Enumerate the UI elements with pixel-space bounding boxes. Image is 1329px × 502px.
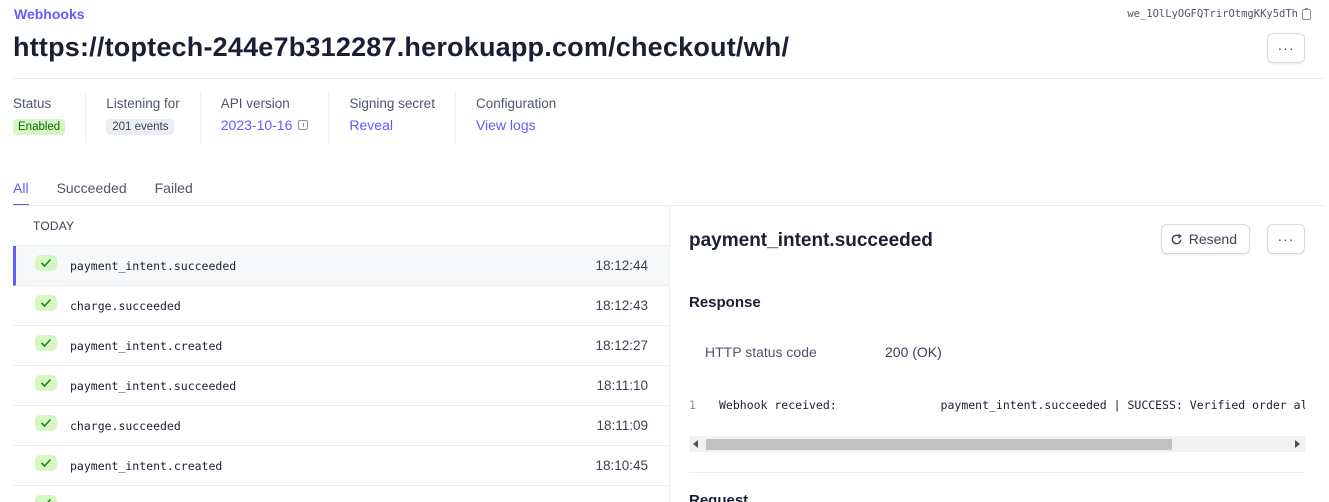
success-check-icon (35, 374, 57, 391)
reveal-secret-link[interactable]: Reveal (349, 117, 393, 133)
meta-configuration: Configuration View logs (476, 93, 576, 143)
endpoint-id-text: we_1OlLyOGFQTrirOtmgKKy5dTh (1127, 8, 1298, 20)
page-title: https://toptech-244e7b312287.herokuapp.c… (13, 32, 790, 62)
resend-label: Resend (1188, 231, 1237, 247)
scroll-thumb[interactable] (706, 439, 1172, 450)
event-tabs: All Succeeded Failed (13, 180, 193, 206)
event-detail-panel: payment_intent.succeeded Resend ··· Resp… (689, 206, 1305, 502)
http-status-value: 200 (OK) (885, 344, 942, 360)
endpoint-meta: Status Enabled Listening for 201 events … (13, 93, 596, 143)
success-check-icon (35, 254, 57, 271)
event-time: 18:12:44 (595, 258, 648, 273)
api-version-link[interactable]: 2023-10-16 (221, 117, 309, 133)
event-row[interactable] (13, 486, 669, 502)
divider (13, 78, 1325, 79)
copy-icon[interactable] (1302, 7, 1311, 20)
event-time: 18:12:27 (595, 338, 648, 353)
detail-divider (689, 472, 1305, 473)
event-more-button[interactable]: ··· (1267, 224, 1305, 254)
list-group-header: TODAY (13, 206, 669, 246)
response-body: 1 Webhook received: payment_intent.succee… (689, 398, 1305, 412)
meta-api-version: API version 2023-10-16 (221, 93, 330, 143)
event-row[interactable]: payment_intent.created 18:10:45 (13, 446, 669, 486)
event-time: 18:12:43 (595, 298, 648, 313)
event-name: payment_intent.succeeded (70, 258, 237, 273)
meta-status-label: Status (13, 96, 52, 111)
resend-button[interactable]: Resend (1160, 224, 1250, 254)
meta-signing-secret: Signing secret Reveal (349, 93, 456, 143)
response-heading: Response (689, 294, 761, 311)
meta-listening-label: Listening for (106, 96, 180, 111)
meta-signing-secret-label: Signing secret (349, 96, 435, 111)
meta-api-version-label: API version (220, 96, 290, 111)
request-heading: Request (689, 492, 749, 502)
info-icon (298, 120, 309, 130)
view-logs-link[interactable]: View logs (476, 117, 536, 133)
tab-succeeded[interactable]: Succeeded (57, 180, 127, 206)
success-check-icon (35, 294, 57, 311)
event-detail-title: payment_intent.succeeded (689, 230, 933, 251)
event-time: 18:11:09 (596, 418, 648, 433)
tab-failed[interactable]: Failed (155, 180, 193, 206)
meta-listening: Listening for 201 events (106, 93, 201, 143)
event-name: payment_intent.created (70, 338, 223, 353)
event-row[interactable]: charge.succeeded 18:11:09 (13, 406, 669, 446)
http-status-label: HTTP status code (705, 344, 817, 360)
breadcrumb[interactable]: Webhooks (14, 6, 85, 22)
event-name: payment_intent.created (70, 458, 223, 473)
more-options-button[interactable]: ··· (1267, 33, 1305, 63)
scroll-right-icon[interactable] (1295, 440, 1300, 448)
scroll-left-icon[interactable] (693, 440, 698, 448)
response-body-text: Webhook received: payment_intent.succeed… (719, 398, 1305, 412)
events-count-badge[interactable]: 201 events (106, 119, 175, 135)
event-row[interactable]: payment_intent.created 18:12:27 (13, 326, 669, 366)
success-check-icon (35, 414, 57, 431)
success-check-icon (35, 494, 57, 502)
event-list: TODAY payment_intent.succeeded 18:12:44 … (13, 206, 670, 502)
event-row[interactable]: charge.succeeded 18:12:43 (13, 286, 669, 326)
horizontal-scrollbar[interactable] (689, 436, 1305, 452)
success-check-icon (35, 454, 57, 471)
event-row[interactable]: payment_intent.succeeded 18:11:10 (13, 366, 669, 406)
tab-all[interactable]: All (13, 180, 29, 206)
event-name: charge.succeeded (70, 418, 181, 433)
event-name: charge.succeeded (70, 298, 181, 313)
event-time: 18:10:45 (595, 458, 648, 473)
api-version-value: 2023-10-16 (220, 117, 293, 133)
meta-configuration-label: Configuration (475, 96, 557, 111)
meta-status: Status Enabled (13, 93, 87, 143)
success-check-icon (35, 334, 57, 351)
refresh-icon (1171, 233, 1182, 244)
line-number: 1 (689, 398, 696, 412)
endpoint-id: we_1OlLyOGFQTrirOtmgKKy5dTh (1127, 7, 1311, 20)
event-row[interactable]: payment_intent.succeeded 18:12:44 (13, 246, 669, 286)
event-time: 18:11:10 (596, 378, 648, 393)
status-badge: Enabled (13, 119, 66, 135)
event-name: payment_intent.succeeded (70, 378, 237, 393)
